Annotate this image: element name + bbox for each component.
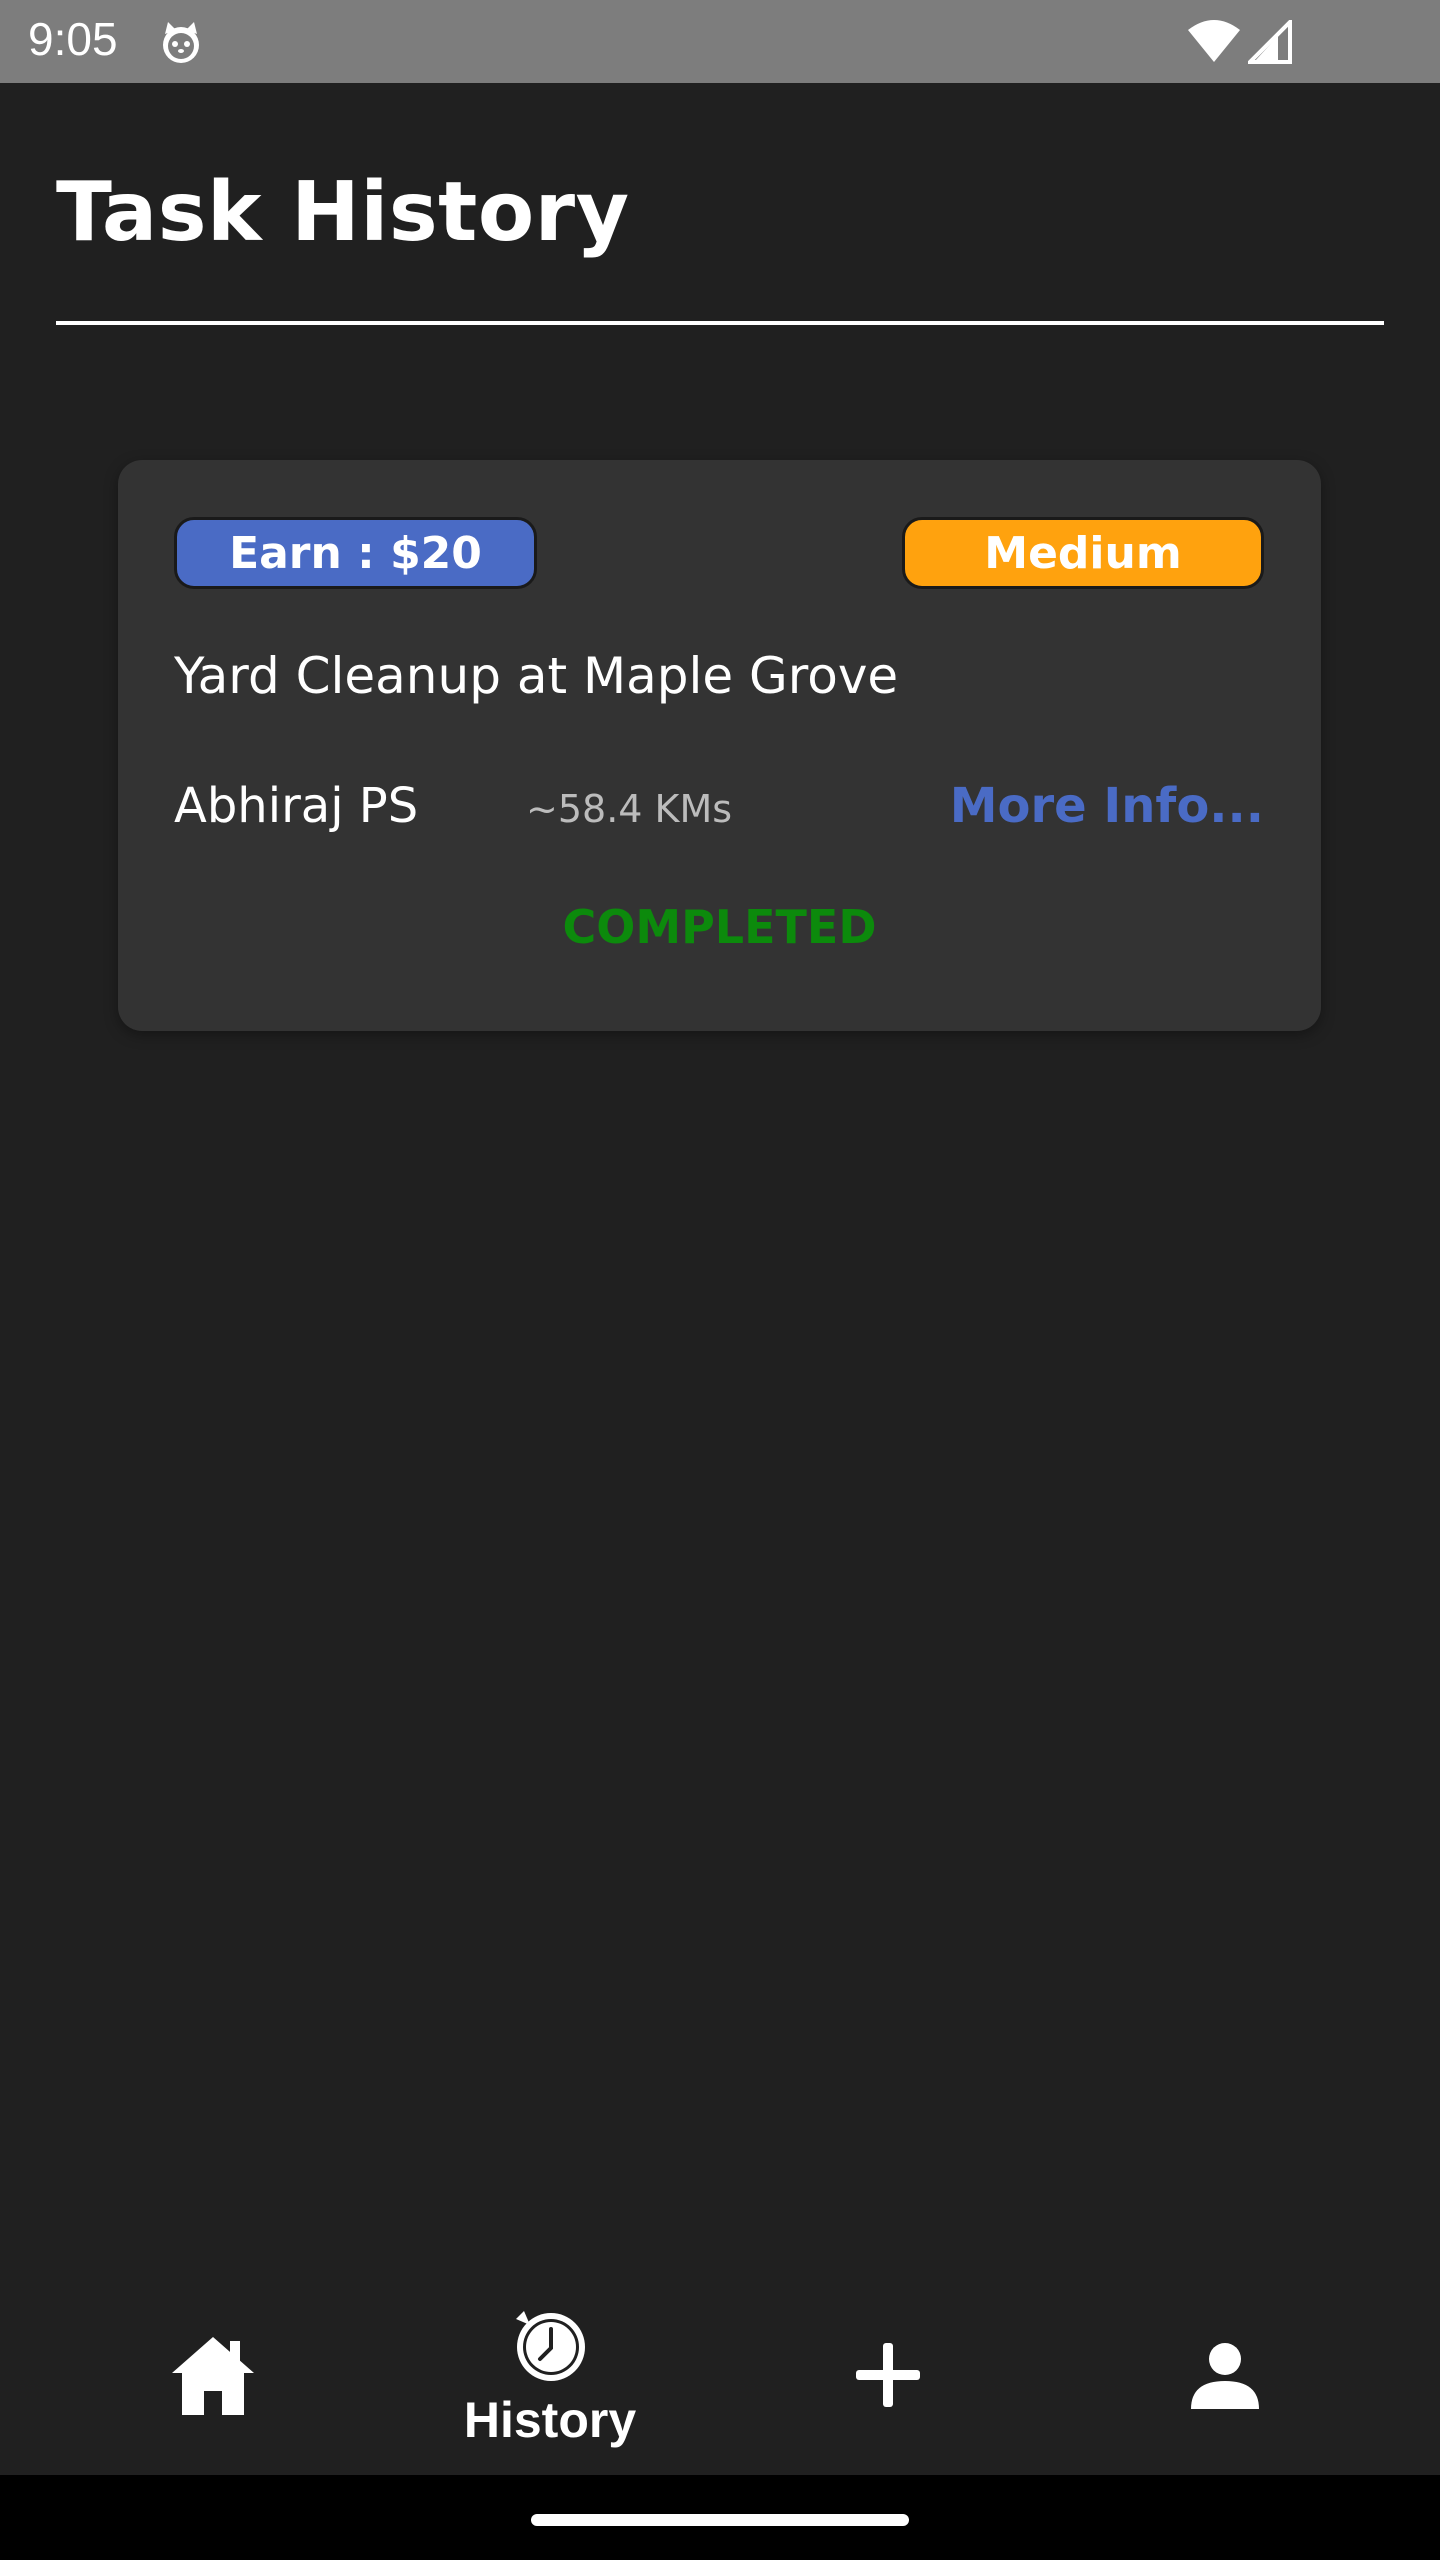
difficulty-badge: Medium: [902, 517, 1264, 589]
bottom-nav: History: [0, 2285, 1440, 2475]
page-title: Task History: [56, 165, 630, 260]
task-title: Yard Cleanup at Maple Grove: [174, 647, 899, 705]
status-bar: 9:05: [0, 0, 1440, 83]
home-icon: [172, 2337, 254, 2415]
gesture-handle[interactable]: [531, 2514, 909, 2526]
nav-profile[interactable]: [1125, 2285, 1325, 2475]
task-card[interactable]: Earn : $20 Medium Yard Cleanup at Maple …: [118, 460, 1321, 1031]
distance-label: ~58.4 KMs: [526, 787, 733, 831]
wifi-icon: [1188, 20, 1240, 62]
title-divider: [56, 321, 1384, 325]
profile-icon: [1191, 2343, 1259, 2409]
nav-history[interactable]: History: [450, 2285, 650, 2475]
earn-badge: Earn : $20: [174, 517, 537, 589]
cat-notification-icon: [163, 22, 199, 63]
more-info-link[interactable]: More Info...: [950, 778, 1264, 834]
history-icon: [516, 2311, 585, 2381]
gesture-bar-area: [0, 2475, 1440, 2560]
poster-name: Abhiraj PS: [174, 778, 419, 834]
nav-add[interactable]: [788, 2285, 988, 2475]
task-status: COMPLETED: [562, 900, 877, 954]
signal-icon: [1248, 20, 1292, 64]
nav-home[interactable]: [113, 2285, 313, 2475]
add-icon: [856, 2343, 920, 2407]
status-time: 9:05: [28, 13, 118, 65]
nav-history-label: History: [463, 2392, 637, 2448]
